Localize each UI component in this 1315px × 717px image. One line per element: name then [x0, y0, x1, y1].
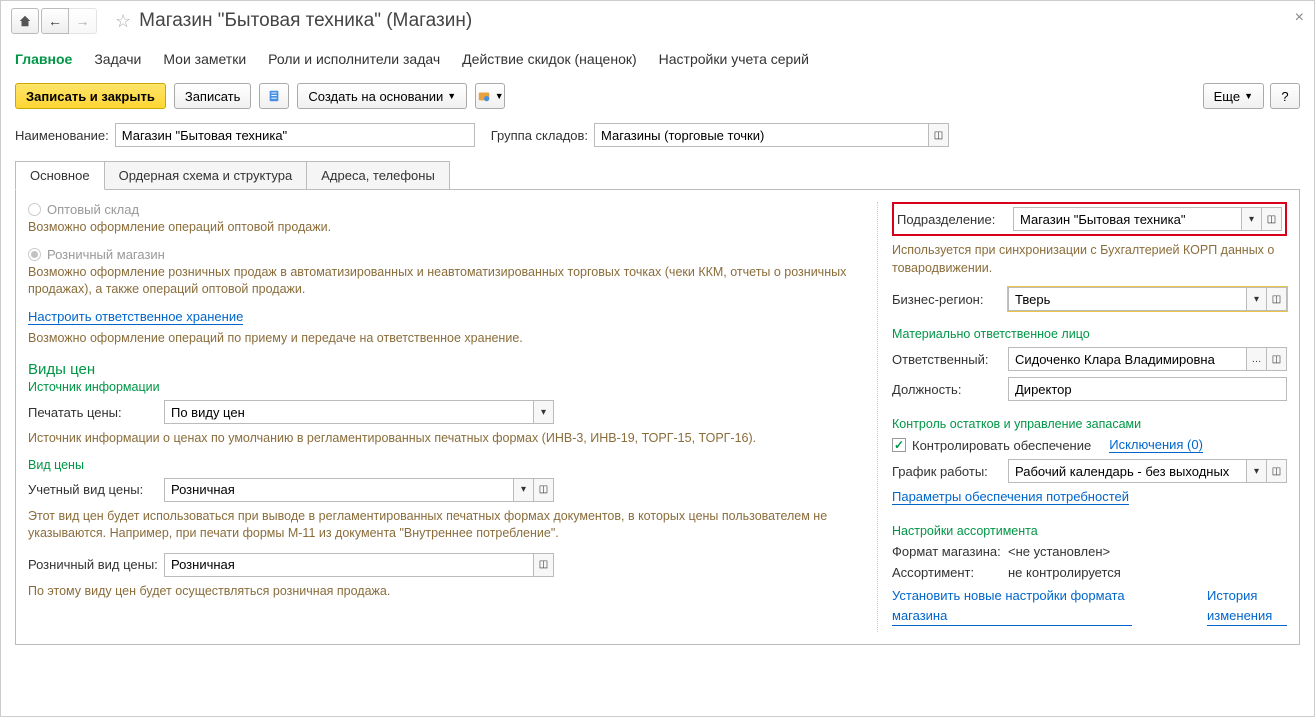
resp-input[interactable]	[1008, 347, 1247, 371]
tab-notes[interactable]: Мои заметки	[163, 45, 246, 73]
history-link[interactable]: История изменения	[1207, 586, 1287, 626]
chevron-down-icon[interactable]: ▾	[514, 478, 534, 502]
dept-desc: Используется при синхронизации с Бухгалт…	[892, 242, 1287, 277]
sched-input[interactable]	[1008, 459, 1247, 483]
chevron-down-icon[interactable]: ▾	[1242, 207, 1262, 231]
link-storage[interactable]: Настроить ответственное хранение	[28, 309, 243, 325]
dept-label: Подразделение:	[897, 212, 1007, 227]
subtab-main[interactable]: Основное	[15, 161, 105, 190]
open-icon[interactable]: ◫	[534, 478, 554, 502]
report-button[interactable]	[259, 83, 289, 109]
save-close-button[interactable]: Записать и закрыть	[15, 83, 166, 109]
open-icon[interactable]: ◫	[1267, 459, 1287, 483]
tab-discounts[interactable]: Действие скидок (наценок)	[462, 45, 636, 73]
pos-input[interactable]	[1008, 377, 1287, 401]
subtab-address[interactable]: Адреса, телефоны	[306, 161, 450, 190]
resp-label: Ответственный:	[892, 352, 1002, 367]
info-source-heading: Источник информации	[28, 380, 857, 394]
chevron-down-icon[interactable]: ▾	[1247, 459, 1267, 483]
favorite-star-icon[interactable]: ☆	[115, 11, 131, 32]
arrow-left-icon: ←	[48, 13, 62, 29]
ellipsis-icon[interactable]: …	[1247, 347, 1267, 371]
new-format-link[interactable]: Установить новые настройки формата магаз…	[892, 586, 1132, 626]
params-link[interactable]: Параметры обеспечения потребностей	[892, 489, 1129, 505]
group-label: Группа складов:	[491, 128, 588, 143]
chevron-down-icon[interactable]: ▾	[534, 400, 554, 424]
assort-value: не контролируется	[1008, 565, 1121, 580]
chevron-down-icon: ▼	[1244, 91, 1253, 101]
more-button[interactable]: Еще▼	[1203, 83, 1264, 109]
radio-retail-label: Розничный магазин	[47, 247, 165, 262]
document-icon	[267, 89, 281, 103]
arrow-right-icon: →	[76, 13, 90, 29]
retail-price-desc: По этому виду цен будет осуществляться р…	[28, 583, 857, 601]
acc-price-label: Учетный вид цены:	[28, 482, 158, 497]
retail-desc: Возможно оформление розничных продаж в а…	[28, 264, 857, 299]
stock-heading: Контроль остатков и управление запасами	[892, 417, 1287, 431]
group-input[interactable]	[594, 123, 929, 147]
format-label: Формат магазина:	[892, 544, 1002, 559]
package-icon	[477, 89, 491, 103]
storage-desc: Возможно оформление операций по приему и…	[28, 330, 857, 348]
pos-label: Должность:	[892, 382, 1002, 397]
open-icon[interactable]: ◫	[1262, 207, 1282, 231]
home-icon	[18, 14, 32, 28]
wholesale-desc: Возможно оформление операций оптовой про…	[28, 219, 857, 237]
control-label: Контролировать обеспечение	[912, 438, 1091, 453]
print-desc: Источник информации о ценах по умолчанию…	[28, 430, 857, 448]
help-button[interactable]: ?	[1270, 83, 1300, 109]
attach-button[interactable]: ▼	[475, 83, 505, 109]
control-checkbox[interactable]	[892, 438, 906, 452]
dept-input[interactable]	[1013, 207, 1242, 231]
open-icon[interactable]: ◫	[1267, 347, 1287, 371]
region-label: Бизнес-регион:	[892, 292, 1002, 307]
chevron-down-icon[interactable]: ▾	[1247, 287, 1267, 311]
radio-retail[interactable]	[28, 248, 41, 261]
radio-wholesale-label: Оптовый склад	[47, 202, 139, 217]
name-label: Наименование:	[15, 128, 109, 143]
sched-label: График работы:	[892, 464, 1002, 479]
tab-main[interactable]: Главное	[15, 45, 72, 73]
assort-heading: Настройки ассортимента	[892, 524, 1287, 538]
home-button[interactable]	[11, 8, 39, 34]
name-input[interactable]	[115, 123, 475, 147]
print-prices-input[interactable]	[164, 400, 534, 424]
open-icon[interactable]: ◫	[929, 123, 949, 147]
region-input[interactable]	[1008, 287, 1247, 311]
forward-button[interactable]: →	[69, 8, 97, 34]
format-value: <не установлен>	[1008, 544, 1110, 559]
tab-roles[interactable]: Роли и исполнители задач	[268, 45, 440, 73]
chevron-down-icon: ▼	[447, 91, 456, 101]
back-button[interactable]: ←	[41, 8, 69, 34]
price-type-heading: Вид цены	[28, 458, 857, 472]
window-title: Магазин "Бытовая техника" (Магазин)	[139, 10, 472, 32]
open-icon[interactable]: ◫	[534, 553, 554, 577]
exceptions-link[interactable]: Исключения (0)	[1109, 437, 1203, 453]
prices-heading: Виды цен	[28, 361, 857, 378]
close-icon[interactable]: ×	[1295, 9, 1304, 27]
subtab-order[interactable]: Ордерная схема и структура	[104, 161, 308, 190]
acc-desc: Этот вид цен будет использоваться при вы…	[28, 508, 857, 543]
save-button[interactable]: Записать	[174, 83, 252, 109]
acc-price-input[interactable]	[164, 478, 514, 502]
responsible-heading: Материально ответственное лицо	[892, 327, 1287, 341]
assort-label: Ассортимент:	[892, 565, 1002, 580]
tab-tasks[interactable]: Задачи	[94, 45, 141, 73]
retail-price-input[interactable]	[164, 553, 534, 577]
print-prices-label: Печатать цены:	[28, 405, 158, 420]
create-based-button[interactable]: Создать на основании▼	[297, 83, 467, 109]
retail-price-label: Розничный вид цены:	[28, 557, 158, 572]
chevron-down-icon: ▼	[495, 91, 504, 101]
tab-series[interactable]: Настройки учета серий	[659, 45, 809, 73]
radio-wholesale[interactable]	[28, 203, 41, 216]
open-icon[interactable]: ◫	[1267, 287, 1287, 311]
